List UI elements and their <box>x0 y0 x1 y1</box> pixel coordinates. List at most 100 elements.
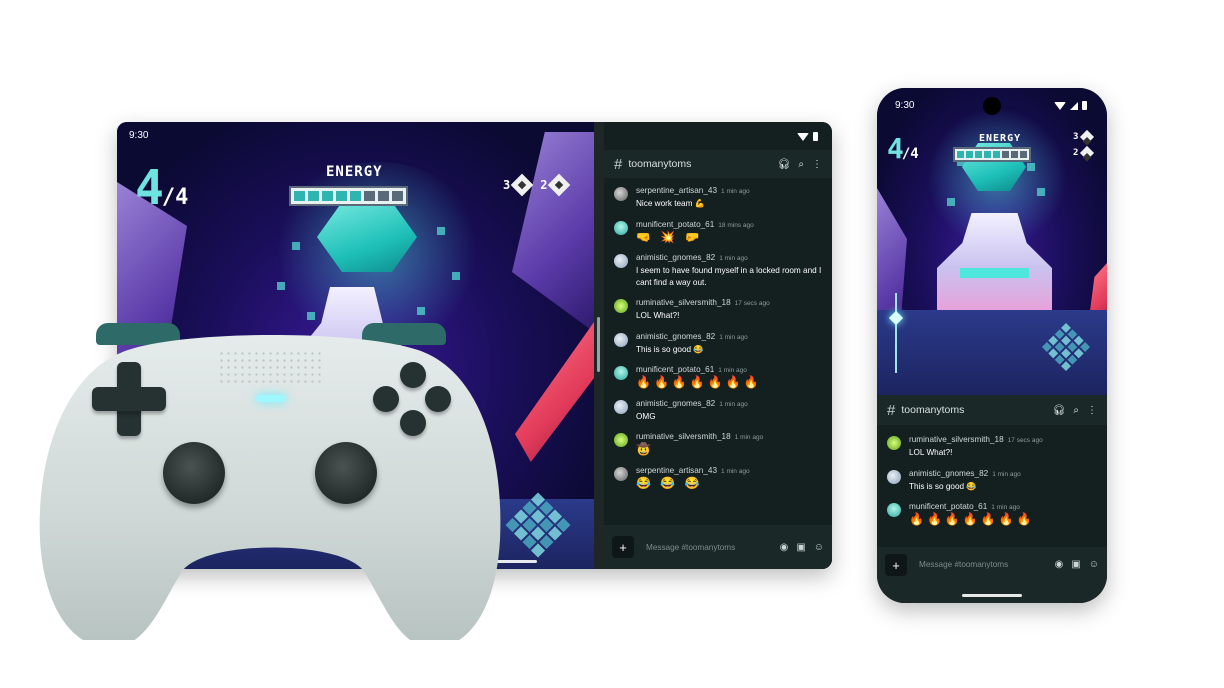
message-text: 🔥🔥🔥🔥🔥🔥🔥 <box>636 375 762 389</box>
more-vert-icon[interactable]: ⋮ <box>1087 405 1097 416</box>
username[interactable]: animistic_gnomes_82 <box>636 253 715 262</box>
message-input[interactable]: Message #toomanytoms <box>646 543 772 552</box>
avatar[interactable] <box>887 469 901 484</box>
username[interactable]: ruminative_silversmith_18 <box>636 298 731 307</box>
chat-panel-phone: # toomanytoms 🎧︎ ⌕ ⋮ ruminative_silversm… <box>877 395 1107 603</box>
avatar[interactable] <box>614 187 628 201</box>
message-text: This is so good 😂 <box>636 344 704 354</box>
image-icon[interactable]: ▣ <box>1071 559 1080 570</box>
plus-icon[interactable]: + <box>612 536 634 558</box>
camera-icon[interactable]: ◉ <box>780 542 789 553</box>
camera-icon[interactable]: ◉ <box>1055 559 1064 570</box>
message-body: munificent_potato_61 1 min ago 🔥🔥🔥🔥🔥🔥🔥 <box>909 502 1097 526</box>
energy-cell <box>322 191 333 201</box>
energy-cell <box>308 191 319 201</box>
chat-message[interactable]: animistic_gnomes_82 1 min ago OMG <box>604 399 832 423</box>
face-button-right[interactable] <box>425 386 451 412</box>
particle <box>292 242 300 250</box>
message-list[interactable]: ruminative_silversmith_18 17 secs ago LOL … <box>877 435 1107 536</box>
headphones-icon[interactable]: 🎧︎ <box>1053 405 1066 416</box>
message-meta: animistic_gnomes_82 1 min ago <box>909 469 1097 478</box>
emoji-icon[interactable]: ☺ <box>814 542 824 553</box>
message-text: This is so good 😂 <box>909 481 977 491</box>
headphones-icon[interactable]: 🎧︎ <box>778 159 791 170</box>
hud-resources: 3 2 <box>1073 129 1095 161</box>
avatar[interactable] <box>614 433 628 447</box>
chat-message[interactable]: animistic_gnomes_82 1 min ago This is so g… <box>604 332 832 356</box>
dpad-horizontal[interactable] <box>92 387 166 411</box>
message-text: I seem to have found myself in a locked … <box>636 266 822 287</box>
message-meta: ruminative_silversmith_18 17 secs ago <box>909 435 1097 444</box>
right-thumbstick[interactable] <box>315 442 377 504</box>
avatar[interactable] <box>614 366 628 380</box>
username[interactable]: animistic_gnomes_82 <box>636 332 715 341</box>
username[interactable]: serpentine_artisan_43 <box>636 186 717 195</box>
face-button-bottom[interactable] <box>400 410 426 436</box>
search-icon[interactable]: ⌕ <box>1073 405 1079 416</box>
username[interactable]: animistic_gnomes_82 <box>636 399 715 408</box>
chat-message[interactable]: serpentine_artisan_43 1 min ago 😂 😂 😂 <box>604 466 832 490</box>
chat-message[interactable]: munificent_potato_61 1 min ago 🔥🔥🔥🔥🔥🔥🔥 <box>877 502 1107 526</box>
fold-hinge[interactable] <box>594 122 604 569</box>
message-body: animistic_gnomes_82 1 min ago This is so g… <box>636 332 822 356</box>
timestamp: 1 min ago <box>734 434 764 441</box>
timestamp: 17 secs ago <box>1007 437 1043 444</box>
search-icon[interactable]: ⌕ <box>798 159 804 170</box>
avatar[interactable] <box>614 254 628 268</box>
chat-message[interactable]: ruminative_silversmith_18 17 secs ago LOL … <box>604 298 832 322</box>
particle <box>1037 188 1045 196</box>
username[interactable]: munificent_potato_61 <box>636 220 714 229</box>
status-icons <box>797 132 818 141</box>
avatar[interactable] <box>614 466 628 481</box>
avatar[interactable] <box>614 299 628 313</box>
channel-name: toomanytoms <box>628 158 692 170</box>
slider-track[interactable] <box>895 293 897 373</box>
message-body: ruminative_silversmith_18 1 min ago 🤠 <box>636 432 822 456</box>
message-list[interactable]: serpentine_artisan_43 1 min ago Nice work … <box>604 186 832 499</box>
chat-message[interactable]: ruminative_silversmith_18 17 secs ago LOL … <box>877 435 1107 459</box>
lives-total: /4 <box>161 185 189 210</box>
face-button-top[interactable] <box>400 362 426 388</box>
timestamp: 1 min ago <box>718 367 747 374</box>
game-view-phone[interactable]: 9:30 4/4 ENERGY 3 2 <box>877 88 1107 395</box>
timestamp: 1 min ago <box>721 467 750 475</box>
plus-icon[interactable]: + <box>885 554 907 576</box>
avatar[interactable] <box>887 436 901 450</box>
avatar[interactable] <box>614 399 628 414</box>
chat-message[interactable]: animistic_gnomes_82 1 min ago I seem to ha… <box>604 253 832 288</box>
game-controller <box>38 320 504 650</box>
energy-cell <box>350 191 361 201</box>
username[interactable]: ruminative_silversmith_18 <box>909 435 1004 444</box>
avatar[interactable] <box>614 220 628 235</box>
chat-message[interactable]: munificent_potato_61 1 min ago 🔥🔥🔥🔥🔥🔥🔥 <box>604 365 832 389</box>
message-meta: animistic_gnomes_82 1 min ago <box>636 399 822 408</box>
username[interactable]: ruminative_silversmith_18 <box>636 432 731 441</box>
message-text: 🤠 <box>636 442 654 456</box>
cellular-icon <box>1070 101 1078 110</box>
rock-right <box>512 132 594 332</box>
gesture-bar[interactable] <box>962 594 1022 597</box>
more-vert-icon[interactable]: ⋮ <box>812 159 822 170</box>
emoji-icon[interactable]: ☺ <box>1089 559 1099 570</box>
particle <box>307 312 315 320</box>
message-text: LOL What?! <box>636 311 680 320</box>
energy-cell <box>957 151 964 158</box>
chat-message[interactable]: serpentine_artisan_43 1 min ago Nice work … <box>604 186 832 210</box>
username[interactable]: animistic_gnomes_82 <box>909 469 988 478</box>
face-button-left[interactable] <box>373 386 399 412</box>
timestamp: 1 min ago <box>719 400 748 408</box>
avatar[interactable] <box>614 332 628 347</box>
username[interactable]: serpentine_artisan_43 <box>636 466 717 475</box>
chat-message[interactable]: munificent_potato_61 18 mins ago 🤜 💥 🤛 <box>604 220 832 244</box>
left-thumbstick[interactable] <box>163 442 225 504</box>
message-composer: + Message #toomanytoms ◉ ▣ ☺ <box>877 547 1107 603</box>
rock-red <box>515 322 594 462</box>
image-icon[interactable]: ▣ <box>796 542 805 553</box>
username[interactable]: munificent_potato_61 <box>909 502 987 511</box>
message-input[interactable]: Message #toomanytoms <box>919 560 1047 569</box>
avatar[interactable] <box>887 503 901 517</box>
chat-message[interactable]: ruminative_silversmith_18 1 min ago 🤠 <box>604 432 832 456</box>
chat-panel: # toomanytoms 🎧︎ ⌕ ⋮ serpentine_artisan_… <box>604 122 832 569</box>
chat-message[interactable]: animistic_gnomes_82 1 min ago This is so g… <box>877 469 1107 493</box>
username[interactable]: munificent_potato_61 <box>636 365 714 374</box>
